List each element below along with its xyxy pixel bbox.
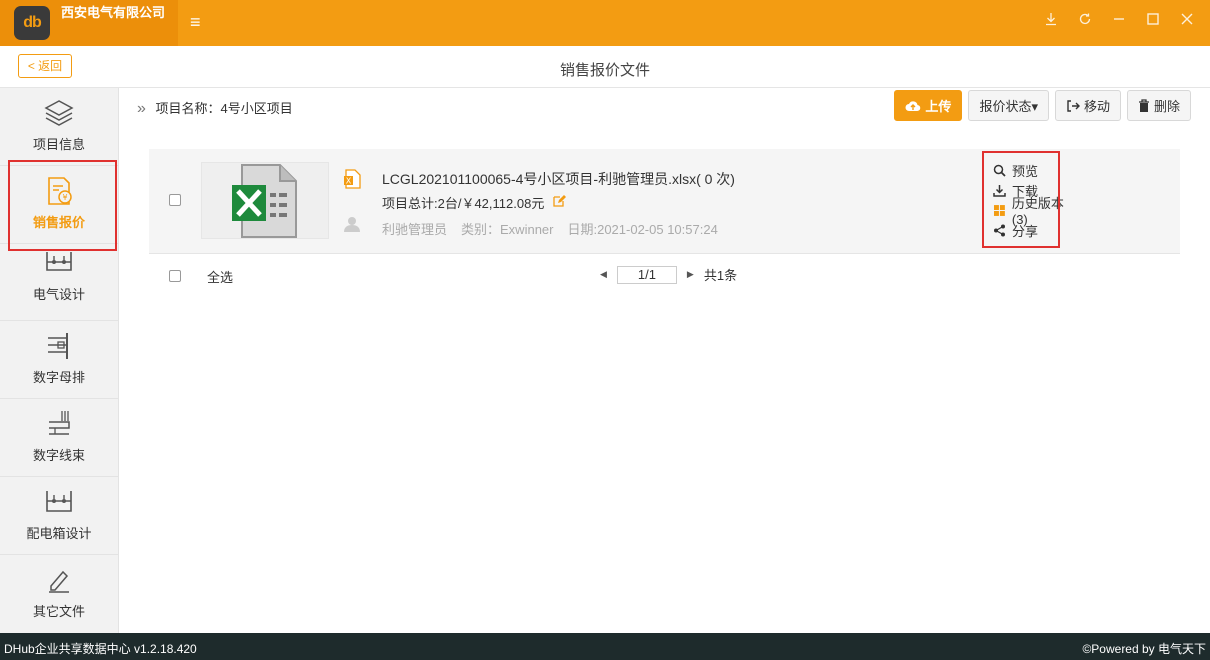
select-all-checkbox[interactable] <box>169 270 181 282</box>
download-icon <box>993 184 1006 197</box>
project-name: 项目名称：4号小区项目 <box>155 101 293 116</box>
file-checkbox[interactable] <box>169 194 181 206</box>
sidebar-item-electrical-design[interactable]: 电气设计 <box>0 244 118 322</box>
title-bar: db 西安电气有限公司 ≡ <box>0 0 1210 46</box>
sidebar-item-label: 销售报价 <box>32 214 85 230</box>
page-title: 销售报价文件 <box>559 62 650 79</box>
double-chevron-right-icon: » <box>137 100 146 117</box>
close-icon[interactable] <box>1174 10 1200 34</box>
svg-text:¥: ¥ <box>62 193 67 202</box>
upload-label: 上传 <box>925 99 952 114</box>
file-thumbnail[interactable] <box>201 162 329 239</box>
electrical-design-icon <box>0 246 118 280</box>
file-owner: 利驰管理员 <box>382 222 448 237</box>
quote-document-icon: ¥ <box>0 174 118 208</box>
total-count: 共1条 <box>703 268 738 283</box>
refresh-icon[interactable] <box>1072 10 1098 34</box>
sidebar: 项目信息 ¥ 销售报价 电气设计 数字母排 数字线束 配电箱设计 其它文件 <box>0 88 119 633</box>
window-controls <box>1038 10 1200 34</box>
company-name: 西安电气有限公司 <box>61 5 166 20</box>
sidebar-item-label: 数字母排 <box>32 370 85 386</box>
maximize-icon[interactable] <box>1140 10 1166 34</box>
cloud-upload-icon <box>905 100 921 111</box>
wire-harness-icon <box>0 407 118 441</box>
grid-icon <box>993 204 1005 216</box>
sidebar-item-label: 数字线束 <box>32 448 85 464</box>
sidebar-item-sales-quote[interactable]: ¥ 销售报价 <box>0 165 118 244</box>
hamburger-icon[interactable]: ≡ <box>190 12 208 32</box>
delete-label: 删除 <box>1153 99 1180 114</box>
file-date: 日期:2021-02-05 10:57:24 <box>567 222 718 237</box>
share-icon <box>994 224 1005 236</box>
sidebar-item-other-files[interactable]: 其它文件 <box>0 555 118 633</box>
app-version: DHub企业共享数据中心 v1.2.18.420 <box>4 642 197 656</box>
sidebar-item-label: 项目信息 <box>32 137 85 152</box>
delete-button[interactable]: 删除 <box>1126 90 1191 121</box>
breadcrumb: » 项目名称：4号小区项目 <box>137 98 293 118</box>
history-action[interactable]: 历史版本(3) <box>993 196 1079 227</box>
file-meta: 利驰管理员 类别：Exwinner 日期:2021-02-05 10:57:24 <box>382 219 718 238</box>
sidebar-item-label: 配电箱设计 <box>26 525 92 541</box>
file-name-link[interactable]: LCGL202101100065-4号小区项目-利驰管理员.xlsx( 0 次) <box>382 169 735 189</box>
project-total: 项目总计:2台/￥42,112.08元 <box>382 193 567 212</box>
share-label: 分享 <box>1012 223 1039 239</box>
prev-page-icon[interactable]: ◀ <box>600 269 607 280</box>
upload-button[interactable]: 上传 <box>894 90 963 121</box>
sidebar-item-distribution-box[interactable]: 配电箱设计 <box>0 477 118 555</box>
pagination: ◀ 1/1 ▶ 共1条 <box>600 265 737 284</box>
main-content: » 项目名称：4号小区项目 上传 报价状态▾ 移动 删除 X LCGL20210… <box>119 88 1210 633</box>
sidebar-item-label: 电气设计 <box>32 286 85 302</box>
app-logo: db <box>14 6 50 40</box>
download-icon[interactable] <box>1038 10 1064 34</box>
file-list-row[interactable]: X LCGL202101100065-4号小区项目-利驰管理员.xlsx( 0 … <box>149 149 1180 254</box>
svg-text:X: X <box>346 177 352 186</box>
layers-icon <box>0 96 118 130</box>
move-button[interactable]: 移动 <box>1054 90 1121 121</box>
sub-header: < 返回 销售报价文件 <box>0 46 1210 88</box>
quote-status-dropdown[interactable]: 报价状态▾ <box>968 90 1049 121</box>
powered-by: ©Powered by 电气天下 <box>1082 642 1206 656</box>
select-all-label[interactable]: 全选 <box>207 267 233 286</box>
sidebar-item-digital-busbar[interactable]: 数字母排 <box>0 321 118 400</box>
minimize-icon[interactable] <box>1106 10 1132 34</box>
sidebar-item-project-info[interactable]: 项目信息 <box>0 88 118 166</box>
search-icon <box>993 164 1006 177</box>
trash-icon <box>1138 98 1149 112</box>
next-page-icon[interactable]: ▶ <box>687 269 694 280</box>
distribution-box-icon <box>0 485 118 519</box>
list-footer: 全选 ◀ 1/1 ▶ 共1条 <box>149 254 1180 298</box>
preview-action[interactable]: 预览 <box>993 160 1079 180</box>
page-input[interactable]: 1/1 <box>616 265 677 284</box>
excel-type-icon: X <box>343 169 361 192</box>
busbar-icon <box>0 329 118 363</box>
brand-area: db 西安电气有限公司 <box>0 0 178 46</box>
excel-file-icon <box>232 163 297 238</box>
move-label: 移动 <box>1083 99 1110 114</box>
sidebar-item-digital-harness[interactable]: 数字线束 <box>0 399 118 477</box>
move-icon <box>1067 99 1080 112</box>
sidebar-item-label: 其它文件 <box>32 603 85 619</box>
project-total-text: 项目总计:2台/￥42,112.08元 <box>382 196 545 211</box>
toolbar: 上传 报价状态▾ 移动 删除 <box>894 90 1191 121</box>
file-actions: 预览 下载 历史版本(3) 分享 <box>993 160 1079 240</box>
preview-label: 预览 <box>1012 163 1039 179</box>
file-category: 类别：Exwinner <box>461 222 554 237</box>
status-bar: DHub企业共享数据中心 v1.2.18.420 ©Powered by 电气天… <box>0 633 1210 660</box>
pencil-icon <box>0 563 118 597</box>
quote-status-label: 报价状态▾ <box>979 99 1038 114</box>
user-avatar-icon <box>343 215 361 236</box>
edit-icon[interactable] <box>552 194 567 211</box>
